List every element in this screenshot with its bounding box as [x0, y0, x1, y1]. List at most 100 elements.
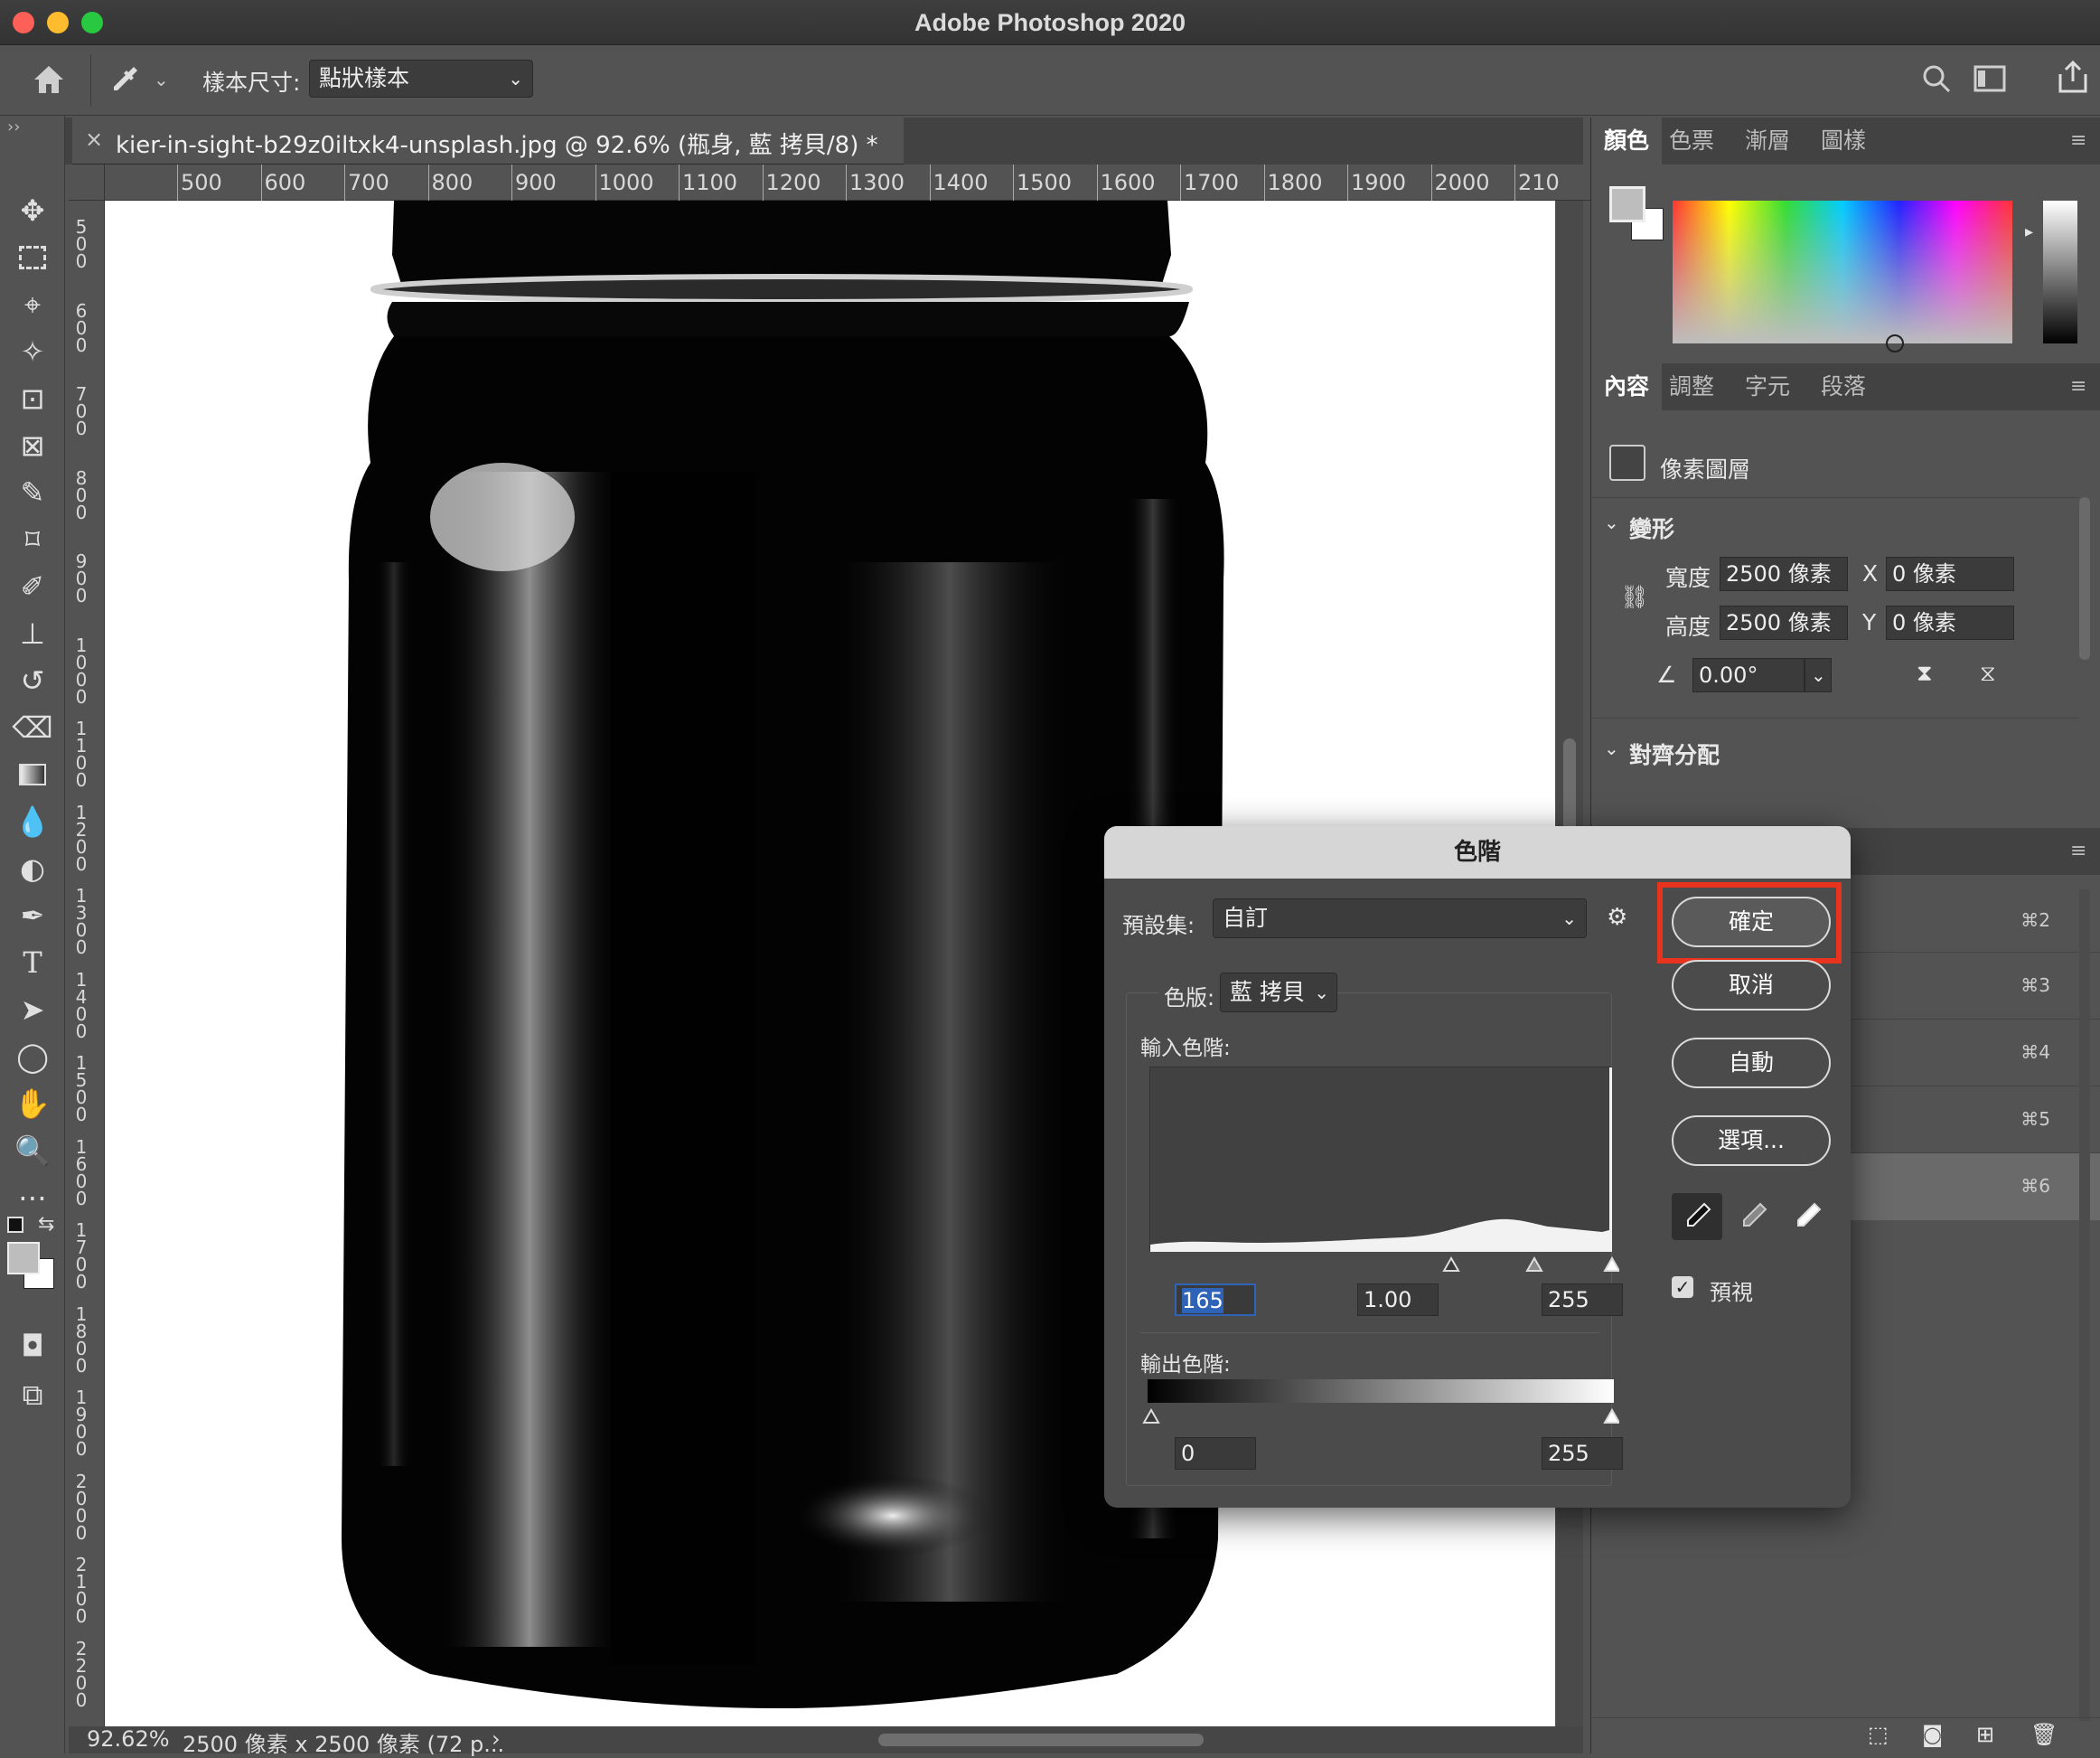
- flip-horizontal-icon[interactable]: ⧗: [1917, 660, 1933, 687]
- minimize-window-button[interactable]: [47, 12, 69, 33]
- magic-wand-tool-icon[interactable]: ✧: [0, 329, 65, 374]
- crop-tool-icon[interactable]: ⊡: [0, 376, 65, 421]
- zoom-level[interactable]: 92.62%: [87, 1726, 170, 1752]
- cancel-button[interactable]: 取消: [1672, 960, 1831, 1011]
- pen-tool-icon[interactable]: ✒: [0, 893, 65, 938]
- width-field[interactable]: 2500 像素: [1720, 557, 1848, 591]
- chevron-down-icon[interactable]: ⌄: [154, 69, 169, 90]
- move-tool-icon[interactable]: ✥: [0, 188, 65, 233]
- panel-menu-icon[interactable]: ≡: [2070, 363, 2086, 410]
- properties-scrollbar[interactable]: [2079, 497, 2090, 660]
- eraser-tool-icon[interactable]: ⌫: [0, 705, 65, 750]
- frame-tool-icon[interactable]: ⊠: [0, 423, 65, 468]
- status-menu-chevron-icon[interactable]: ›: [492, 1726, 501, 1752]
- collapse-icon[interactable]: ››: [7, 118, 20, 136]
- tab-adjustments[interactable]: 調整: [1669, 363, 1714, 410]
- input-gamma-field[interactable]: 1.00: [1357, 1283, 1439, 1316]
- close-tab-icon[interactable]: ×: [85, 127, 103, 152]
- black-point-eyedropper-icon[interactable]: [1672, 1193, 1722, 1240]
- new-channel-icon[interactable]: ⊞: [1976, 1722, 1994, 1747]
- gear-icon[interactable]: ⚙: [1607, 904, 1627, 931]
- preview-checkbox[interactable]: ✓: [1672, 1276, 1693, 1298]
- healing-brush-tool-icon[interactable]: ⌑: [0, 517, 65, 562]
- zoom-tool-icon[interactable]: 🔍: [0, 1128, 65, 1173]
- channel-dropdown[interactable]: 藍 拷貝 ⌄: [1220, 973, 1337, 1012]
- channels-scrollbar[interactable]: [2079, 889, 2090, 1721]
- link-icon[interactable]: ⛓: [1620, 584, 1649, 611]
- path-selection-tool-icon[interactable]: ➤: [0, 987, 65, 1032]
- input-black-field[interactable]: 165: [1175, 1283, 1256, 1316]
- height-field[interactable]: 2500 像素: [1720, 606, 1848, 640]
- panel-menu-icon[interactable]: ≡: [2070, 828, 2086, 875]
- sample-size-dropdown[interactable]: 點狀樣本 ⌄: [309, 60, 533, 98]
- stamp-tool-icon[interactable]: ⊥: [0, 611, 65, 656]
- y-field[interactable]: 0 像素: [1886, 606, 2014, 640]
- ruler-tick: [511, 165, 512, 201]
- quick-mask-icon[interactable]: ◘: [0, 1323, 65, 1368]
- horizontal-scrollbar[interactable]: [878, 1734, 1204, 1746]
- color-spectrum[interactable]: [1673, 201, 2012, 343]
- options-button[interactable]: 選項...: [1672, 1115, 1831, 1166]
- ellipse-tool-icon[interactable]: ◯: [0, 1034, 65, 1079]
- align-section-title[interactable]: 對齊分配: [1629, 738, 1720, 770]
- input-sliders[interactable]: [1149, 1251, 1619, 1274]
- output-sliders[interactable]: [1140, 1403, 1619, 1426]
- tab-swatches[interactable]: 色票: [1669, 118, 1714, 165]
- tab-patterns[interactable]: 圖樣: [1821, 118, 1866, 165]
- more-tools-icon[interactable]: ⋯: [0, 1175, 65, 1220]
- default-colors-icon[interactable]: [7, 1217, 23, 1233]
- ok-button[interactable]: 確定: [1672, 897, 1831, 947]
- zoom-window-button[interactable]: [81, 12, 103, 33]
- brush-tool-icon[interactable]: ✐: [0, 564, 65, 609]
- preset-dropdown[interactable]: 自訂 ⌄: [1213, 898, 1587, 938]
- ruler-origin[interactable]: [69, 165, 105, 201]
- angle-icon: ∠: [1656, 662, 1677, 688]
- blur-tool-icon[interactable]: 💧: [0, 799, 65, 844]
- tab-character[interactable]: 字元: [1745, 363, 1790, 410]
- output-white-field[interactable]: 255: [1542, 1437, 1623, 1470]
- eyedropper-tool-icon[interactable]: ✎: [0, 470, 65, 515]
- marquee-tool-icon[interactable]: [0, 235, 65, 280]
- white-point-eyedropper-icon[interactable]: [1782, 1193, 1833, 1240]
- tab-properties[interactable]: 內容: [1591, 363, 1663, 410]
- tab-paragraph[interactable]: 段落: [1821, 363, 1866, 410]
- ruler-tick-label: 1800: [1267, 170, 1323, 195]
- search-icon[interactable]: [1921, 63, 1952, 94]
- screen-mode-icon[interactable]: ⧉: [0, 1372, 65, 1417]
- close-window-button[interactable]: [13, 12, 34, 33]
- workspace-icon[interactable]: [1973, 65, 2006, 92]
- output-black-field[interactable]: 0: [1175, 1437, 1256, 1470]
- gray-point-eyedropper-icon[interactable]: [1728, 1193, 1778, 1240]
- history-brush-tool-icon[interactable]: ↺: [0, 658, 65, 703]
- tab-gradients[interactable]: 漸層: [1745, 118, 1790, 165]
- share-icon[interactable]: [2057, 60, 2089, 94]
- trash-icon[interactable]: 🗑: [2030, 1722, 2058, 1747]
- save-selection-icon[interactable]: ◙: [1922, 1722, 1943, 1747]
- foreground-color-swatch[interactable]: [7, 1242, 40, 1274]
- brightness-slider-handle-icon[interactable]: ▸: [2025, 222, 2033, 241]
- angle-dropdown[interactable]: ⌄: [1805, 658, 1832, 692]
- chevron-down-icon[interactable]: ⌄: [1604, 512, 1619, 533]
- gradient-tool-icon[interactable]: [0, 752, 65, 797]
- home-icon[interactable]: [31, 61, 67, 98]
- hand-tool-icon[interactable]: ✋: [0, 1081, 65, 1126]
- document-tab[interactable]: × kier-in-sight-b29z0iltxk4-unsplash.jpg…: [72, 118, 904, 165]
- x-field[interactable]: 0 像素: [1886, 557, 2014, 591]
- flip-vertical-icon[interactable]: ⧖: [1980, 660, 1996, 687]
- foreground-color-swatch[interactable]: [1609, 186, 1645, 222]
- input-white-field[interactable]: 255: [1542, 1283, 1623, 1316]
- angle-field[interactable]: 0.00°: [1692, 658, 1805, 692]
- transform-section-title[interactable]: 變形: [1629, 512, 1674, 544]
- lasso-tool-icon[interactable]: ⌖: [0, 282, 65, 327]
- load-selection-icon[interactable]: ⬚: [1868, 1722, 1889, 1747]
- panel-menu-icon[interactable]: ≡: [2070, 118, 2086, 165]
- auto-button[interactable]: 自動: [1672, 1038, 1831, 1088]
- color-picker-marker[interactable]: [1886, 334, 1904, 353]
- chevron-down-icon[interactable]: ⌄: [1604, 738, 1619, 759]
- dodge-tool-icon[interactable]: ◐: [0, 846, 65, 891]
- swap-colors-icon[interactable]: ⇆: [38, 1213, 54, 1236]
- brightness-slider[interactable]: [2043, 201, 2077, 343]
- type-tool-icon[interactable]: T: [0, 940, 65, 985]
- tab-color[interactable]: 顏色: [1591, 118, 1663, 165]
- eyedropper-icon[interactable]: [107, 61, 143, 98]
